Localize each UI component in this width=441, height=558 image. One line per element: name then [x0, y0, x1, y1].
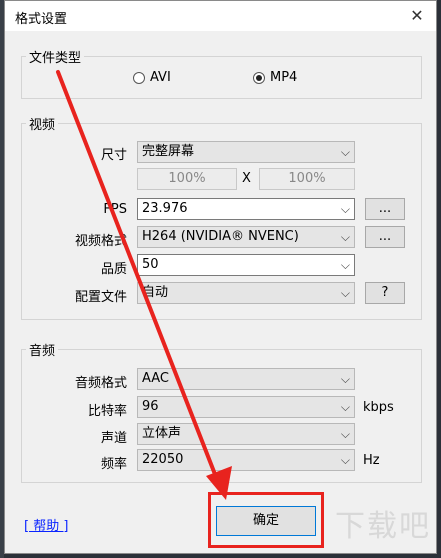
width-percent-field[interactable]: 100%: [137, 168, 237, 190]
video-legend: 视频: [29, 118, 56, 133]
fps-label: FPS: [103, 202, 127, 217]
watermark-text: 下载吧: [335, 509, 431, 544]
video-format-label: 视频格式: [74, 234, 127, 249]
audio-format-value: AAC: [142, 371, 169, 386]
frequency-value: 22050: [142, 452, 184, 467]
dialog-title: 格式设置: [15, 12, 68, 27]
audio-format-select[interactable]: AAC ⌵: [137, 368, 355, 390]
profile-help-button[interactable]: ?: [365, 282, 405, 304]
channel-value: 立体声: [142, 426, 182, 441]
fps-value: 23.976: [142, 201, 188, 216]
quality-combobox[interactable]: 50 ⌵: [137, 254, 355, 276]
format-settings-dialog: 格式设置 ✕ 文件类型 AVI MP4 视频 尺寸 完整屏幕 ⌵ 100% X …: [4, 0, 437, 554]
chevron-down-icon: ⌵: [340, 372, 350, 386]
channel-select[interactable]: 立体声 ⌵: [137, 423, 355, 445]
title-bar: 格式设置 ✕: [5, 1, 436, 31]
chevron-down-icon: ⌵: [340, 258, 350, 272]
bitrate-unit: kbps: [363, 400, 394, 415]
bitrate-label: 比特率: [87, 404, 127, 419]
close-icon[interactable]: ✕: [406, 5, 428, 27]
help-link[interactable]: [ 帮助 ]: [24, 515, 68, 534]
frequency-select[interactable]: 22050 ⌵: [137, 449, 355, 471]
video-format-more-button[interactable]: ...: [365, 226, 405, 248]
video-format-value: H264 (NVIDIA® NVENC): [142, 229, 299, 244]
annotation-highlight-box: [208, 492, 324, 548]
profile-label: 配置文件: [74, 290, 127, 305]
profile-value: 自动: [142, 285, 169, 300]
video-format-select[interactable]: H264 (NVIDIA® NVENC) ⌵: [137, 226, 355, 248]
file-type-group: 文件类型: [21, 47, 422, 99]
radio-avi[interactable]: [133, 72, 145, 84]
chevron-down-icon: ⌵: [340, 202, 350, 216]
audio-legend: 音频: [29, 344, 56, 359]
frequency-unit: Hz: [363, 453, 380, 468]
size-value: 完整屏幕: [142, 144, 195, 159]
radio-avi-label: AVI: [150, 70, 171, 85]
dimension-separator: X: [242, 171, 251, 186]
channel-label: 声道: [100, 431, 127, 446]
frequency-label: 频率: [100, 457, 127, 472]
size-select[interactable]: 完整屏幕 ⌵: [137, 141, 355, 163]
chevron-down-icon: ⌵: [340, 286, 350, 300]
quality-value: 50: [142, 257, 159, 272]
fps-combobox[interactable]: 23.976 ⌵: [137, 198, 355, 220]
radio-mp4-label: MP4: [270, 70, 298, 85]
bitrate-select[interactable]: 96 ⌵: [137, 396, 355, 418]
chevron-down-icon: ⌵: [340, 230, 350, 244]
height-percent-field[interactable]: 100%: [259, 168, 355, 190]
fps-more-button[interactable]: ...: [365, 198, 405, 220]
chevron-down-icon: ⌵: [340, 453, 350, 467]
radio-mp4[interactable]: [253, 72, 265, 84]
quality-label: 品质: [100, 262, 127, 277]
bitrate-value: 96: [142, 399, 159, 414]
chevron-down-icon: ⌵: [340, 145, 350, 159]
size-label: 尺寸: [100, 148, 127, 163]
chevron-down-icon: ⌵: [340, 400, 350, 414]
audio-format-label: 音频格式: [74, 376, 127, 391]
profile-select[interactable]: 自动 ⌵: [137, 282, 355, 304]
file-type-legend: 文件类型: [29, 51, 82, 66]
chevron-down-icon: ⌵: [340, 427, 350, 441]
